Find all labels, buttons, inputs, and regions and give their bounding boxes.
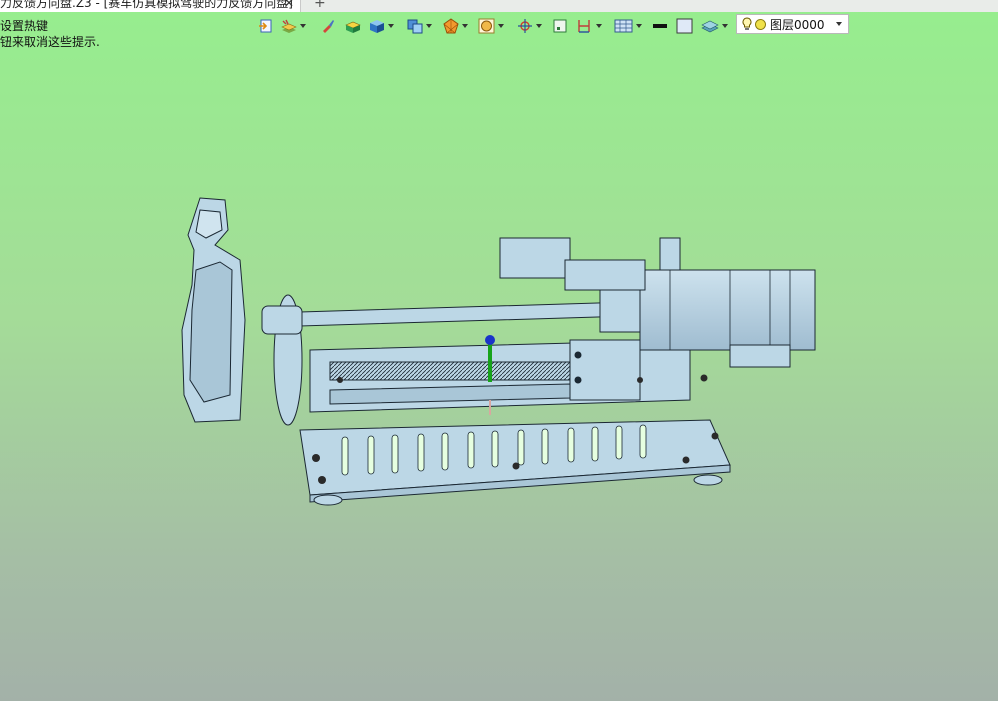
line-color-icon[interactable] [652,15,668,37]
layers-stack-icon[interactable] [280,15,306,37]
grid-display-icon[interactable] [614,15,642,37]
fill-color-icon[interactable] [676,15,694,37]
lightbulb-icon [742,17,752,30]
close-tab-icon[interactable]: ✕ [284,0,294,12]
box-sweep-icon[interactable] [344,15,362,37]
exit-sketch-icon[interactable] [258,15,274,37]
layer-name: 图层0000 [770,17,825,32]
hint-text-line2: 钮来取消这些提示. [0,35,100,49]
layer-manager-icon[interactable] [700,15,728,37]
solid-cube-icon[interactable] [368,15,394,37]
sphere-icon[interactable] [478,15,504,37]
chevron-down-icon [836,22,842,26]
brush-icon[interactable] [320,15,336,37]
axis-origin-icon[interactable] [516,15,542,37]
render-star-icon[interactable] [442,15,468,37]
document-tab-title: 力反馈方向盘.Z3 - [赛车仿真模拟驾驶的力反馈方向盘] [0,0,293,10]
hint-text-line1: 设置热键 [0,19,49,33]
document-tab-bar: 力反馈方向盘.Z3 - [赛车仿真模拟驾驶的力反馈方向盘] ✕ + [0,0,998,12]
frame-icon[interactable] [552,15,568,37]
document-tab[interactable]: 力反馈方向盘.Z3 - [赛车仿真模拟驾驶的力反馈方向盘] ✕ [0,0,301,12]
add-tab-icon[interactable]: + [314,0,326,12]
cad-model-viewport[interactable] [170,190,830,520]
layer-dropdown[interactable]: 图层0000 [736,14,849,34]
dimension-icon[interactable] [576,15,602,37]
layer-color-icon [755,18,766,30]
view-cube-icon[interactable] [406,15,432,37]
